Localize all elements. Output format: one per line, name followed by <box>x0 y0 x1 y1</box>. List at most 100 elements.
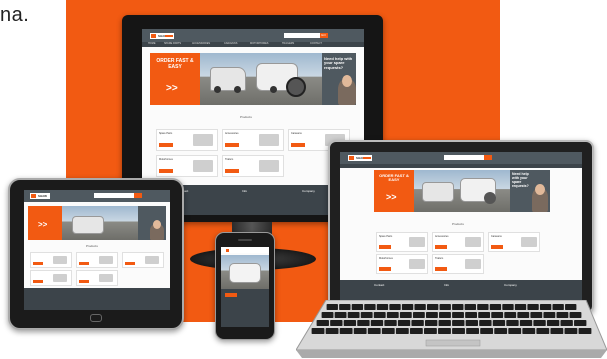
keyboard-key <box>491 312 504 318</box>
keyboard-key <box>565 304 577 310</box>
site-logo[interactable]: SHAW <box>348 155 372 161</box>
keyboard-key <box>452 328 465 334</box>
main-nav[interactable] <box>340 164 582 168</box>
main-nav[interactable]: HOME SPARE PARTS ACCESSORIES CARAVANS MOTORH… <box>142 42 364 47</box>
keyboard-key <box>439 312 451 318</box>
search-input[interactable] <box>284 33 320 38</box>
keyboard-key <box>347 312 360 318</box>
phone-speaker <box>238 239 252 241</box>
keyboard-key <box>508 328 522 334</box>
product-tile[interactable] <box>30 252 72 268</box>
keyboard-key <box>480 328 494 334</box>
keyboard-key <box>311 328 325 334</box>
keyboard-key <box>438 328 451 334</box>
keyboard-key <box>519 320 533 326</box>
promo-banner[interactable]: ORDER FAST & EASY >> <box>374 170 414 212</box>
keyboard-key <box>367 328 381 334</box>
product-tile[interactable]: Motorhomes <box>376 254 428 274</box>
keyboard-key <box>452 312 464 318</box>
keyboard-key <box>477 304 489 310</box>
keyboard-key <box>373 312 386 318</box>
keyboard-key <box>381 328 395 334</box>
product-tile[interactable]: Caravans <box>488 232 540 252</box>
keyboard-key <box>343 320 357 326</box>
keyboard-key <box>465 312 477 318</box>
product-tile[interactable]: Accessories <box>222 129 284 151</box>
product-tile[interactable]: Spare Parts <box>156 129 218 151</box>
keyboard-key <box>479 320 492 326</box>
keyboard-key <box>522 328 536 334</box>
keyboard-key <box>539 304 552 310</box>
keyboard-key <box>360 312 373 318</box>
laptop-screen: SHAW ORDER FAST & EASY >> Need help with… <box>340 152 582 302</box>
section-title: Products <box>240 115 252 119</box>
keyboard-key <box>384 320 397 326</box>
promo-banner[interactable]: >> <box>28 206 62 240</box>
site-footer: Contact Info Company <box>340 280 582 302</box>
keyboard-key <box>556 312 569 318</box>
keyboard-key <box>517 312 530 318</box>
keyboard-key <box>427 304 439 310</box>
keyboard-key <box>397 320 411 326</box>
product-tile[interactable]: Motorhomes <box>156 155 218 177</box>
smartphone <box>215 232 275 340</box>
keyboard-key <box>504 312 517 318</box>
keyboard-key <box>439 304 451 310</box>
product-tile[interactable] <box>76 252 118 268</box>
keyboard-key <box>465 320 478 326</box>
product-tile[interactable] <box>30 270 72 286</box>
laptop: SHAW ORDER FAST & EASY >> Need help with… <box>328 140 594 314</box>
search-button[interactable]: GO <box>320 33 328 38</box>
keyboard-key <box>325 328 339 334</box>
keyboard-key <box>506 320 519 326</box>
product-tile[interactable]: Trailers <box>432 254 484 274</box>
keyboard-key <box>401 304 414 310</box>
keyboard-key <box>560 320 573 326</box>
caption-text: na. <box>0 4 30 26</box>
keyboard-key <box>326 304 338 310</box>
keyboard-key <box>452 304 464 310</box>
site-header <box>142 29 364 42</box>
keyboard-key <box>370 320 384 326</box>
product-tile[interactable]: Accessories <box>432 232 484 252</box>
keyboard-key <box>543 312 556 318</box>
laptop-keyboard <box>296 300 607 358</box>
product-tile[interactable]: Trailers <box>222 155 284 177</box>
search-button[interactable] <box>134 193 142 198</box>
keyboard-key <box>426 312 438 318</box>
search-button[interactable] <box>484 155 492 160</box>
keyboard-key <box>339 328 353 334</box>
keyboard-key <box>353 328 367 334</box>
promo-banner[interactable]: ORDER FAST & EASY >> <box>150 53 200 105</box>
help-panel: Need help with your spare requests? <box>322 53 356 105</box>
keyboard-key <box>452 320 465 326</box>
keyboard-key <box>412 312 425 318</box>
keyboard-key <box>546 320 560 326</box>
search-input[interactable] <box>444 155 484 160</box>
keyboard-key <box>578 328 592 334</box>
keyboard-key <box>478 312 491 318</box>
keyboard-key <box>414 304 426 310</box>
product-tile[interactable] <box>122 252 164 268</box>
product-tile[interactable]: Spare Parts <box>376 232 428 252</box>
keyboard-key <box>389 304 401 310</box>
site-logo[interactable]: SHAW <box>150 33 174 39</box>
keyboard-key <box>550 328 564 334</box>
site-logo[interactable]: SHAW <box>30 193 50 199</box>
keyboard-key <box>533 320 546 326</box>
keyboard-key <box>492 320 506 326</box>
tablet-screen: SHAW >> Products <box>24 190 170 310</box>
keyboard-key <box>316 320 329 326</box>
product-tile[interactable] <box>76 270 118 286</box>
tablet-home-button[interactable] <box>90 314 102 322</box>
search-input[interactable] <box>94 193 134 198</box>
keyboard-key <box>330 320 343 326</box>
keyboard-key <box>399 312 412 318</box>
site-logo[interactable] <box>225 248 243 252</box>
keyboard-key <box>502 304 514 310</box>
keyboard-key <box>514 304 527 310</box>
keyboard-key <box>574 320 587 326</box>
keyboard-key <box>425 320 438 326</box>
keyboard-key <box>489 304 502 310</box>
keyboard-key <box>466 328 479 334</box>
